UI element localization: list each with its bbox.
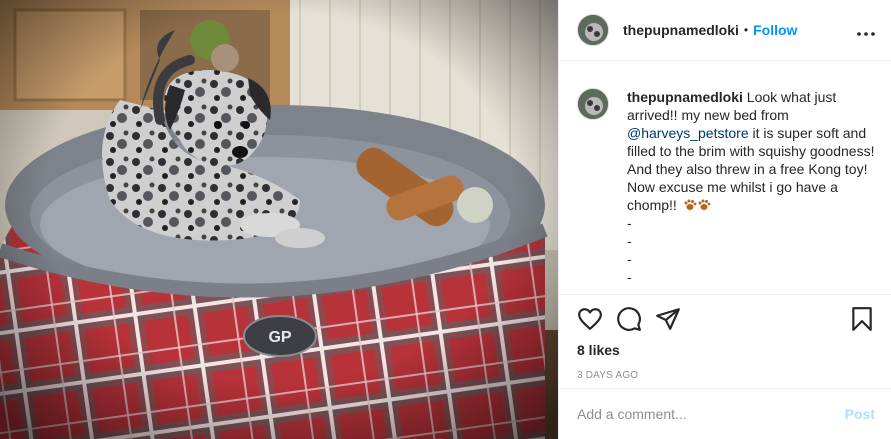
caption-dash: - bbox=[627, 233, 632, 249]
username-link[interactable]: thepupnamedloki bbox=[623, 22, 739, 38]
avatar[interactable] bbox=[577, 14, 609, 46]
caption-dash: - bbox=[627, 251, 632, 267]
caption-dash: - bbox=[627, 269, 632, 285]
comment-bar: Post bbox=[559, 388, 891, 439]
post-photo[interactable]: GP bbox=[0, 0, 558, 439]
dog-avatar-icon bbox=[578, 15, 608, 45]
caption-section: thepupnamedloki Look what just arrived!!… bbox=[559, 62, 891, 294]
bookmark-icon[interactable] bbox=[849, 306, 875, 332]
comment-input[interactable] bbox=[577, 406, 845, 422]
caption-text: thepupnamedloki Look what just arrived!!… bbox=[627, 88, 875, 294]
engagement-section: 8 likes 3 DAYS AGO bbox=[559, 294, 891, 381]
comment-icon[interactable] bbox=[616, 306, 642, 332]
post-header: thepupnamedloki • Follow bbox=[559, 0, 891, 61]
caption-username[interactable]: thepupnamedloki bbox=[627, 89, 743, 105]
heart-icon[interactable] bbox=[577, 306, 603, 332]
separator-dot: • bbox=[743, 23, 749, 37]
paper-plane-icon[interactable] bbox=[655, 306, 681, 332]
mention-link[interactable]: @harveys_petstore bbox=[627, 125, 749, 141]
post-sidebar: thepupnamedloki • Follow thepupnamedloki… bbox=[558, 0, 891, 439]
post-timestamp[interactable]: 3 DAYS AGO bbox=[577, 370, 875, 381]
action-bar bbox=[577, 295, 875, 343]
dog-avatar-icon bbox=[578, 89, 608, 119]
follow-button[interactable]: Follow bbox=[753, 22, 797, 38]
post-comment-button[interactable]: Post bbox=[845, 406, 875, 422]
caption-avatar[interactable] bbox=[577, 88, 609, 120]
caption-dash: - bbox=[627, 215, 632, 231]
more-options-icon[interactable] bbox=[857, 25, 875, 36]
paw-prints-emoji bbox=[683, 196, 711, 214]
likes-count[interactable]: 8 likes bbox=[577, 342, 875, 358]
dog-in-bed-image: GP bbox=[0, 0, 558, 439]
